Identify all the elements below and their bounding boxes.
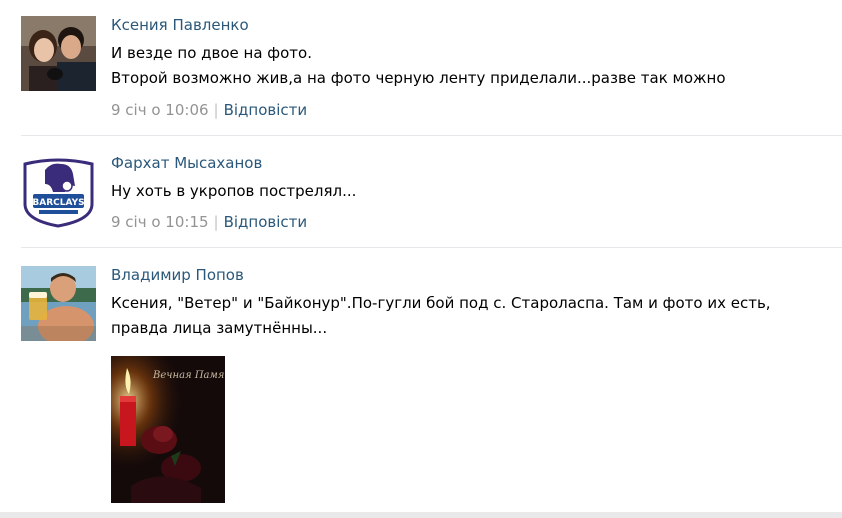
avatar[interactable]: BARCLAYS	[21, 154, 96, 229]
reply-button[interactable]: Відповісти	[224, 101, 308, 119]
comment-meta: 9 січ о 10:15 | Відповісти	[111, 213, 307, 231]
attachment-image[interactable]: Вечная Память...	[111, 356, 225, 503]
divider	[21, 135, 842, 136]
avatar[interactable]	[21, 266, 96, 341]
couple-photo-avatar-icon	[21, 16, 96, 91]
bottom-scroll-bar	[0, 512, 842, 518]
comment-text: И везде по двое на фото. Второй возможно…	[111, 41, 831, 91]
avatar[interactable]	[21, 16, 96, 91]
comment-text: Ну хоть в укропов пострелял...	[111, 179, 831, 204]
premier-league-lion-logo-icon: BARCLAYS	[21, 154, 96, 229]
author-link[interactable]: Фархат Мысаханов	[111, 154, 262, 172]
meta-separator: |	[213, 213, 219, 231]
author-link[interactable]: Ксения Павленко	[111, 16, 249, 34]
comments-feed: Ксения Павленко И везде по двое на фото.…	[0, 0, 842, 518]
man-with-beer-avatar-icon	[21, 266, 96, 341]
memorial-candle-image-icon: Вечная Память...	[111, 356, 225, 503]
comment-text-line: Ну хоть в укропов пострелял...	[111, 182, 357, 200]
comment-meta: 9 січ о 10:06 | Відповісти	[111, 101, 307, 119]
comment-date[interactable]: 9 січ о 10:06	[111, 101, 209, 119]
image-caption: Вечная Память...	[152, 370, 225, 381]
meta-separator: |	[213, 101, 219, 119]
comment-text-line: Второй возможно жив,а на фото черную лен…	[111, 69, 726, 87]
reply-button[interactable]: Відповісти	[224, 213, 308, 231]
divider	[21, 247, 842, 248]
comment-text: Ксения, "Ветер" и "Байконур".По-гугли бо…	[111, 294, 771, 337]
comment-date[interactable]: 9 січ о 10:15	[111, 213, 209, 231]
comment-text-line: И везде по двое на фото.	[111, 44, 312, 62]
author-link[interactable]: Владимир Попов	[111, 266, 244, 284]
logo-text: BARCLAYS	[32, 198, 84, 208]
